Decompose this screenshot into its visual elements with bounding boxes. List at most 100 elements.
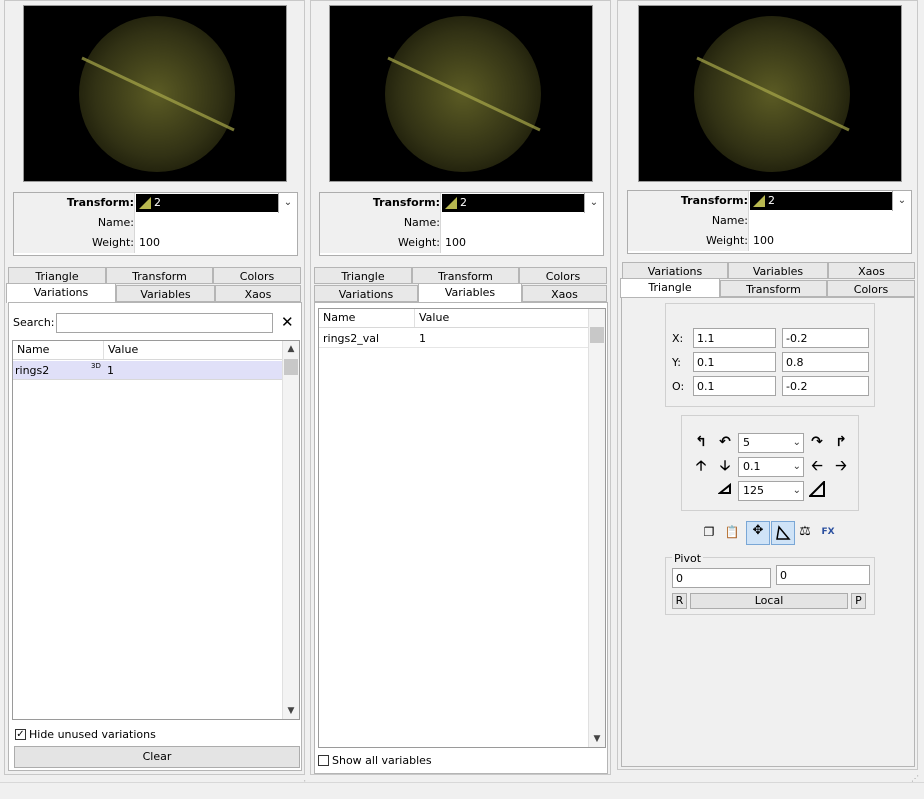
hide-unused-checkbox[interactable]: ✓ — [15, 729, 26, 740]
tab-transform[interactable]: Transform — [720, 280, 827, 297]
chevron-down-icon[interactable]: ⌄ — [584, 193, 603, 213]
scroll-thumb[interactable] — [590, 327, 604, 343]
scroll-up-icon[interactable]: ▲ — [283, 341, 299, 357]
variation-value[interactable]: 1 — [107, 364, 114, 377]
tab-colors[interactable]: Colors — [213, 267, 301, 284]
tab-transform[interactable]: Transform — [412, 267, 519, 284]
fx-icon[interactable]: FX — [819, 523, 837, 541]
transform-select[interactable]: 2 ⌄ — [750, 191, 911, 211]
rotate-left-icon[interactable]: ↶ — [716, 433, 734, 451]
editor-panel-triangle: Transform: 2 ⌄ Name: Weight: 100 Variati… — [617, 0, 919, 783]
column-header-name[interactable]: Name — [319, 309, 415, 327]
variables-list[interactable]: Name Value rings2_val 1 ▼ — [318, 308, 606, 748]
tab-triangle[interactable]: Triangle — [314, 267, 412, 284]
clear-button[interactable]: Clear — [14, 746, 300, 768]
balance-icon[interactable]: ⚖ — [796, 523, 814, 541]
tab-variations[interactable]: Variations — [622, 262, 728, 279]
weight-field[interactable]: 100 — [135, 233, 297, 253]
o-label: O: — [672, 380, 685, 393]
triangle-icon — [139, 197, 151, 209]
weight-field[interactable]: 100 — [749, 231, 911, 251]
tab-variations[interactable]: Variations — [6, 283, 116, 303]
transform-select[interactable]: 2 ⌄ — [442, 193, 603, 213]
scroll-thumb[interactable] — [284, 359, 298, 375]
variations-list[interactable]: Name Value rings2 3D 1 ▲ ▼ — [12, 340, 300, 720]
pivot-y-field[interactable]: 0 — [776, 565, 870, 585]
tab-variables[interactable]: Variables — [116, 285, 215, 302]
x-label: X: — [672, 332, 684, 345]
tab-variations[interactable]: Variations — [314, 285, 418, 302]
tab-transform[interactable]: Transform — [106, 267, 213, 284]
name-field[interactable] — [749, 211, 911, 231]
tab-colors[interactable]: Colors — [519, 267, 607, 284]
x2-field[interactable]: -0.2 — [782, 328, 869, 348]
flame-preview[interactable] — [329, 5, 593, 182]
tab-colors[interactable]: Colors — [827, 280, 915, 297]
weight-label: Weight: — [14, 233, 135, 253]
column-header-value[interactable]: Value — [415, 309, 590, 327]
pivot-local-button[interactable]: Local — [690, 593, 848, 609]
list-item[interactable]: rings2 3D 1 — [13, 361, 282, 380]
weight-field[interactable]: 100 — [441, 233, 603, 253]
scale-up-icon[interactable] — [807, 479, 826, 499]
move-down-icon[interactable]: 🡣 — [716, 457, 734, 475]
name-field[interactable] — [135, 213, 297, 233]
tab-xaos[interactable]: Xaos — [522, 285, 607, 302]
chevron-down-icon[interactable]: ⌄ — [793, 482, 801, 500]
list-item[interactable]: rings2_val 1 — [319, 329, 590, 348]
tab-xaos[interactable]: Xaos — [828, 262, 915, 279]
scroll-down-icon[interactable]: ▼ — [283, 703, 299, 719]
transform-properties: Transform: 2 ⌄ Name: Weight: 100 — [319, 192, 604, 256]
scale-down-icon[interactable] — [716, 481, 734, 499]
chevron-down-icon[interactable]: ⌄ — [793, 458, 801, 476]
pivot-x-field[interactable]: 0 — [672, 568, 771, 588]
tab-triangle[interactable]: Triangle — [620, 278, 720, 298]
rotate-amount-select[interactable]: 5 ⌄ — [738, 433, 804, 453]
chevron-down-icon[interactable]: ⌄ — [793, 434, 801, 452]
pivot-pick-button[interactable]: P — [851, 593, 866, 609]
column-header-name[interactable]: Name — [13, 341, 104, 359]
y1-field[interactable]: 0.1 — [693, 352, 776, 372]
copy-icon[interactable]: ❐ — [700, 523, 718, 541]
tab-xaos[interactable]: Xaos — [215, 285, 301, 302]
hide-unused-label: Hide unused variations — [29, 728, 156, 741]
move-up-icon[interactable]: 🡡 — [692, 457, 710, 475]
y2-field[interactable]: 0.8 — [782, 352, 869, 372]
chevron-down-icon[interactable]: ⌄ — [278, 193, 297, 213]
flame-preview[interactable] — [638, 5, 902, 182]
move-amount-select[interactable]: 0.1 ⌄ — [738, 457, 804, 477]
vertical-scrollbar[interactable]: ▲ ▼ — [282, 341, 299, 719]
triangle-icon — [753, 195, 765, 207]
o2-field[interactable]: -0.2 — [782, 376, 869, 396]
flame-render — [694, 16, 850, 172]
column-header-value[interactable]: Value — [104, 341, 284, 359]
move-right-icon[interactable]: 🡢 — [832, 457, 850, 475]
search-input[interactable] — [56, 313, 273, 333]
name-field[interactable] — [441, 213, 603, 233]
variable-value[interactable]: 1 — [419, 332, 426, 345]
tab-variables[interactable]: Variables — [418, 283, 522, 303]
paste-icon[interactable]: 📋 — [723, 523, 741, 541]
chevron-down-icon[interactable]: ⌄ — [892, 191, 911, 211]
tab-variables[interactable]: Variables — [728, 262, 828, 279]
flame-preview[interactable] — [23, 5, 287, 182]
select-mode-icon[interactable]: ✥ — [746, 521, 770, 545]
scroll-down-icon[interactable]: ▼ — [589, 731, 605, 747]
tab-triangle[interactable]: Triangle — [8, 267, 106, 284]
pivot-reset-button[interactable]: R — [672, 593, 687, 609]
variables-page: Name Value rings2_val 1 ▼ Show all varia… — [314, 302, 608, 774]
triangle-mode-icon[interactable] — [771, 521, 795, 545]
vertical-scrollbar[interactable]: ▼ — [588, 309, 605, 747]
o1-field[interactable]: 0.1 — [693, 376, 776, 396]
rotate-right-icon[interactable]: ↷ — [808, 433, 826, 451]
move-left-icon[interactable]: 🡠 — [808, 457, 826, 475]
rotate-right-90-icon[interactable]: ↱ — [832, 433, 850, 451]
show-all-variables-checkbox[interactable] — [318, 755, 329, 766]
rotate-left-90-icon[interactable]: ↰ — [692, 433, 710, 451]
transform-select[interactable]: 2 ⌄ — [136, 193, 297, 213]
scale-amount-select[interactable]: 125 ⌄ — [738, 481, 804, 501]
show-all-variables-label: Show all variables — [332, 754, 432, 767]
x1-field[interactable]: 1.1 — [693, 328, 776, 348]
transform-controls-group: ↰ ↶ 5 ⌄ ↷ ↱ 🡡 🡣 0.1 ⌄ 🡠 🡢 125 ⌄ — [681, 415, 859, 511]
clear-search-icon[interactable]: ✕ — [281, 313, 294, 331]
